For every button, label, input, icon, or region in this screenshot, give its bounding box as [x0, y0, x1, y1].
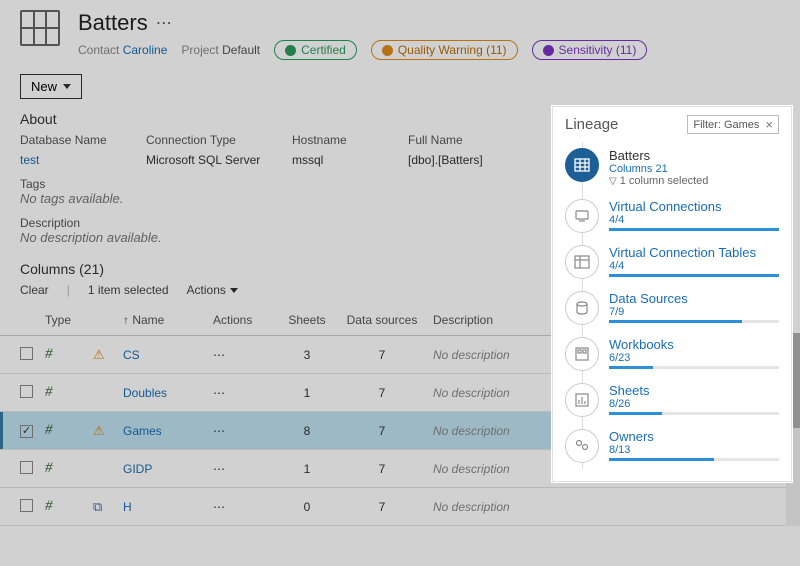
warning-icon: ⚠: [93, 423, 105, 438]
lineage-filter-chip[interactable]: Filter: Games ×: [687, 115, 779, 134]
row-checkbox[interactable]: [20, 461, 33, 474]
contact-link[interactable]: Caroline: [123, 43, 168, 57]
lineage-primary-title: Batters: [609, 148, 779, 163]
link-icon: ⧉: [93, 499, 102, 514]
row-checkbox[interactable]: [20, 347, 33, 360]
lineage-item-count[interactable]: 8/13: [609, 444, 779, 456]
quality-warning-badge[interactable]: Quality Warning (11): [371, 40, 518, 60]
lineage-progress-bar: [609, 320, 779, 323]
lineage-selected-text: ▽1 column selected: [609, 175, 779, 187]
col-actions-header: Actions: [207, 305, 277, 336]
row-checkbox[interactable]: [20, 385, 33, 398]
lineage-progress-bar: [609, 274, 779, 277]
lineage-panel: Lineage Filter: Games × Batters Columns …: [552, 106, 792, 482]
row-checkbox[interactable]: [20, 499, 33, 512]
number-type-icon: #: [45, 346, 53, 362]
lineage-item-title[interactable]: Owners: [609, 429, 779, 444]
row-actions-icon[interactable]: ⋯: [213, 348, 225, 362]
datasources-count: 7: [337, 374, 427, 412]
row-actions-icon[interactable]: ⋯: [213, 386, 225, 400]
datasources-count: 7: [337, 450, 427, 488]
caret-down-icon: [63, 84, 71, 89]
lineage-item-count[interactable]: 4/4: [609, 260, 779, 272]
lineage-item-icon: [565, 337, 599, 371]
lineage-item-count[interactable]: 8/26: [609, 398, 779, 410]
lineage-item-icon: [565, 291, 599, 325]
db-name-link[interactable]: test: [20, 153, 140, 167]
clear-button[interactable]: Clear: [20, 283, 49, 297]
sheets-count: 8: [277, 412, 337, 450]
lineage-item-title[interactable]: Workbooks: [609, 337, 779, 352]
warning-icon: ⚠: [93, 347, 105, 362]
project-value: Default: [222, 43, 260, 57]
project-label: Project: [181, 43, 218, 57]
lineage-item-count[interactable]: 4/4: [609, 214, 779, 226]
conn-type-value: Microsoft SQL Server: [146, 153, 286, 167]
table-icon: [20, 10, 60, 46]
lineage-heading: Lineage: [565, 116, 681, 133]
conn-type-label: Connection Type: [146, 133, 286, 147]
row-actions-icon[interactable]: ⋯: [213, 424, 225, 438]
row-description: No description: [427, 488, 800, 526]
col-sheets-header[interactable]: Sheets: [277, 305, 337, 336]
column-name-link[interactable]: GIDP: [123, 462, 152, 476]
table-icon: [565, 148, 599, 182]
lineage-progress-bar: [609, 458, 779, 461]
lineage-item-count[interactable]: 7/9: [609, 306, 779, 318]
hostname-value: mssql: [292, 153, 402, 167]
row-actions-icon[interactable]: ⋯: [213, 462, 225, 476]
sheets-count: 1: [277, 450, 337, 488]
number-type-icon: #: [45, 498, 53, 514]
table-row[interactable]: # ⧉ H ⋯ 07No description: [0, 488, 800, 526]
number-type-icon: #: [45, 460, 53, 476]
lineage-progress-bar: [609, 412, 779, 415]
new-button[interactable]: New: [20, 74, 82, 99]
lineage-item-title[interactable]: Data Sources: [609, 291, 779, 306]
hostname-label: Hostname: [292, 133, 402, 147]
column-name-link[interactable]: Doubles: [123, 386, 167, 400]
sheets-count: 3: [277, 336, 337, 374]
lineage-columns-link[interactable]: Columns 21: [609, 163, 779, 175]
datasources-count: 7: [337, 488, 427, 526]
lineage-item-title[interactable]: Virtual Connection Tables: [609, 245, 779, 260]
column-name-link[interactable]: CS: [123, 348, 140, 362]
lineage-progress-bar: [609, 228, 779, 231]
col-datasources-header[interactable]: Data sources: [337, 305, 427, 336]
column-name-link[interactable]: Games: [123, 424, 162, 438]
datasources-count: 7: [337, 412, 427, 450]
lineage-item-icon: [565, 383, 599, 417]
fullname-label: Full Name: [408, 133, 548, 147]
filter-icon: ▽: [609, 176, 617, 187]
lineage-item-count[interactable]: 6/23: [609, 352, 779, 364]
lineage-item-icon: [565, 429, 599, 463]
close-icon[interactable]: ×: [765, 117, 773, 132]
page-title: Batters: [78, 10, 148, 36]
row-actions-icon[interactable]: ⋯: [213, 500, 225, 514]
lineage-item-icon: [565, 245, 599, 279]
row-checkbox[interactable]: [20, 425, 33, 438]
lineage-progress-bar: [609, 366, 779, 369]
number-type-icon: #: [45, 422, 53, 438]
caret-down-icon: [230, 288, 238, 293]
datasources-count: 7: [337, 336, 427, 374]
column-name-link[interactable]: H: [123, 500, 132, 514]
lineage-item-title[interactable]: Sheets: [609, 383, 779, 398]
certified-badge[interactable]: Certified: [274, 40, 357, 60]
more-actions-icon[interactable]: ⋯: [156, 13, 172, 33]
actions-menu[interactable]: Actions: [187, 283, 238, 297]
sheets-count: 1: [277, 374, 337, 412]
sheets-count: 0: [277, 488, 337, 526]
lineage-item-icon: [565, 199, 599, 233]
items-selected-text: 1 item selected: [88, 283, 169, 297]
number-type-icon: #: [45, 384, 53, 400]
col-name-header[interactable]: ↑ Name: [117, 305, 207, 336]
lineage-item-title[interactable]: Virtual Connections: [609, 199, 779, 214]
fullname-value: [dbo].[Batters]: [408, 153, 548, 167]
db-name-label: Database Name: [20, 133, 140, 147]
col-type-header[interactable]: Type: [39, 305, 87, 336]
contact-label: Contact: [78, 43, 119, 57]
sensitivity-badge[interactable]: Sensitivity (11): [532, 40, 648, 60]
